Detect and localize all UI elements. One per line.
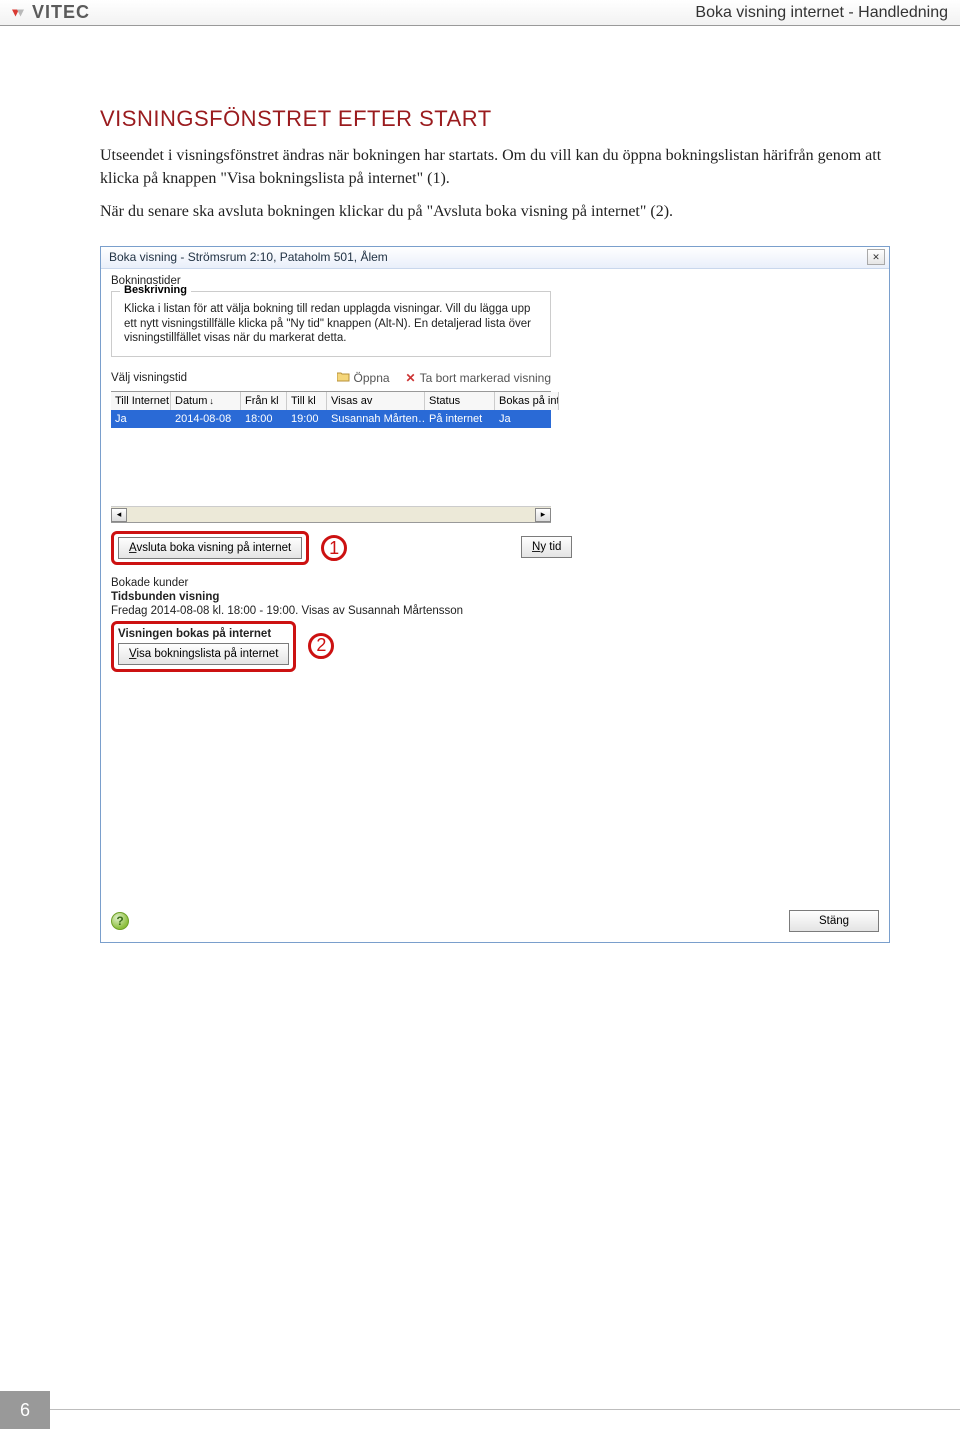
beskrivning-title: Beskrivning [120, 284, 191, 296]
stang-label: Stäng [819, 915, 849, 927]
dialog-titlebar: Boka visning - Strömsrum 2:10, Pataholm … [101, 247, 889, 269]
table-header: Till Internet Datum↓ Från kl Till kl Vis… [111, 392, 551, 410]
col-till-kl[interactable]: Till kl [287, 392, 327, 410]
col-status[interactable]: Status [425, 392, 495, 410]
tidsbunden-line: Fredag 2014-08-08 kl. 18:00 - 19:00. Vis… [111, 605, 551, 617]
dialog-footer: ? Stäng [101, 902, 889, 942]
visningstid-table[interactable]: Till Internet Datum↓ Från kl Till kl Vis… [111, 391, 551, 523]
callout-1-box: Avsluta boka visning på internet [111, 531, 309, 565]
top-bar: VITEC Boka visning internet - Handlednin… [0, 0, 960, 26]
stang-button[interactable]: Stäng [789, 910, 879, 932]
tabort-button[interactable]: ✕ Ta bort markerad visning [406, 371, 551, 385]
beskrivning-group: Beskrivning Klicka i listan för att välj… [111, 291, 551, 358]
col-datum[interactable]: Datum↓ [171, 392, 241, 410]
left-pane: Bokningstider Beskrivning Klicka i lista… [111, 275, 551, 673]
ny-tid-button[interactable]: Ny tid [521, 536, 572, 558]
callout-2-box: Visningen bokas på internet Visa bokning… [111, 621, 296, 672]
visa-bokningslista-button[interactable]: Visa bokningslista på internet [118, 643, 289, 665]
col-bokas-pa-internet[interactable]: Bokas på intern [495, 392, 559, 410]
paragraph-2: När du senare ska avsluta bokningen klic… [100, 200, 890, 223]
tool-row: Välj visningstid Öppna ✕ Ta bort markera… [111, 371, 551, 385]
doc-title: Boka visning internet - Handledning [695, 4, 948, 22]
folder-icon [337, 371, 350, 385]
col-visas-av[interactable]: Visas av [327, 392, 425, 410]
page-footer-line [50, 1409, 960, 1410]
callout-1-number: 1 [321, 535, 347, 561]
scroll-right-icon[interactable]: ▸ [535, 508, 551, 522]
tabort-label: Ta bort markerad visning [420, 371, 551, 385]
dialog-title: Boka visning - Strömsrum 2:10, Pataholm … [109, 250, 388, 264]
visningen-bokas-label: Visningen bokas på internet [118, 628, 289, 640]
page-number: 6 [0, 1391, 50, 1429]
callout-2-number: 2 [308, 633, 334, 659]
avsluta-boka-button[interactable]: Avsluta boka visning på internet [118, 537, 302, 559]
valj-visningstid-label: Välj visningstid [111, 372, 187, 384]
brand-name: VITEC [32, 2, 90, 23]
cell-bokas-pa-internet: Ja [495, 411, 559, 427]
brand-logo-icon [12, 6, 26, 20]
tidsbunden-title: Tidsbunden visning [111, 591, 551, 603]
bokade-kunder-section: Bokade kunder Tidsbunden visning Fredag … [111, 577, 551, 672]
cell-fran-kl: 18:00 [241, 411, 287, 427]
help-icon[interactable]: ? [111, 912, 129, 930]
cell-till-internet: Ja [111, 411, 171, 427]
col-fran-kl[interactable]: Från kl [241, 392, 287, 410]
oppna-button[interactable]: Öppna [337, 371, 390, 385]
horizontal-scrollbar[interactable]: ◂ ▸ [111, 506, 551, 522]
table-row[interactable]: Ja 2014-08-08 18:00 19:00 Susannah Mårte… [111, 410, 551, 428]
paragraph-1: Utseendet i visningsfönstret ändras när … [100, 144, 890, 190]
bokade-kunder-label: Bokade kunder [111, 577, 551, 589]
dialog-body: Bokningstider Beskrivning Klicka i lista… [101, 269, 889, 683]
ny-tid-label: Ny tid [532, 541, 561, 553]
page-body: VISNINGSFÖNSTRET EFTER START Utseendet i… [0, 26, 960, 943]
avsluta-boka-label: Avsluta boka visning på internet [129, 542, 291, 554]
scroll-left-icon[interactable]: ◂ [111, 508, 127, 522]
dialog-window: Boka visning - Strömsrum 2:10, Pataholm … [100, 246, 890, 944]
x-icon: ✕ [406, 371, 416, 385]
table-empty-area [111, 428, 551, 506]
visa-bokningslista-label: Visa bokningslista på internet [129, 648, 278, 660]
cell-till-kl: 19:00 [287, 411, 327, 427]
brand: VITEC [12, 2, 90, 23]
close-icon[interactable]: ✕ [867, 249, 885, 265]
oppna-label: Öppna [354, 371, 390, 385]
sort-arrow-icon: ↓ [209, 396, 214, 406]
beskrivning-text: Klicka i listan för att välja bokning ti… [124, 302, 540, 347]
col-till-internet[interactable]: Till Internet [111, 392, 171, 410]
cell-status: På internet [425, 411, 495, 427]
cell-datum: 2014-08-08 [171, 411, 241, 427]
cell-visas-av: Susannah Mårten… [327, 411, 425, 427]
below-table-row: Avsluta boka visning på internet 1 Ny ti… [111, 529, 551, 565]
section-heading: VISNINGSFÖNSTRET EFTER START [100, 106, 890, 132]
